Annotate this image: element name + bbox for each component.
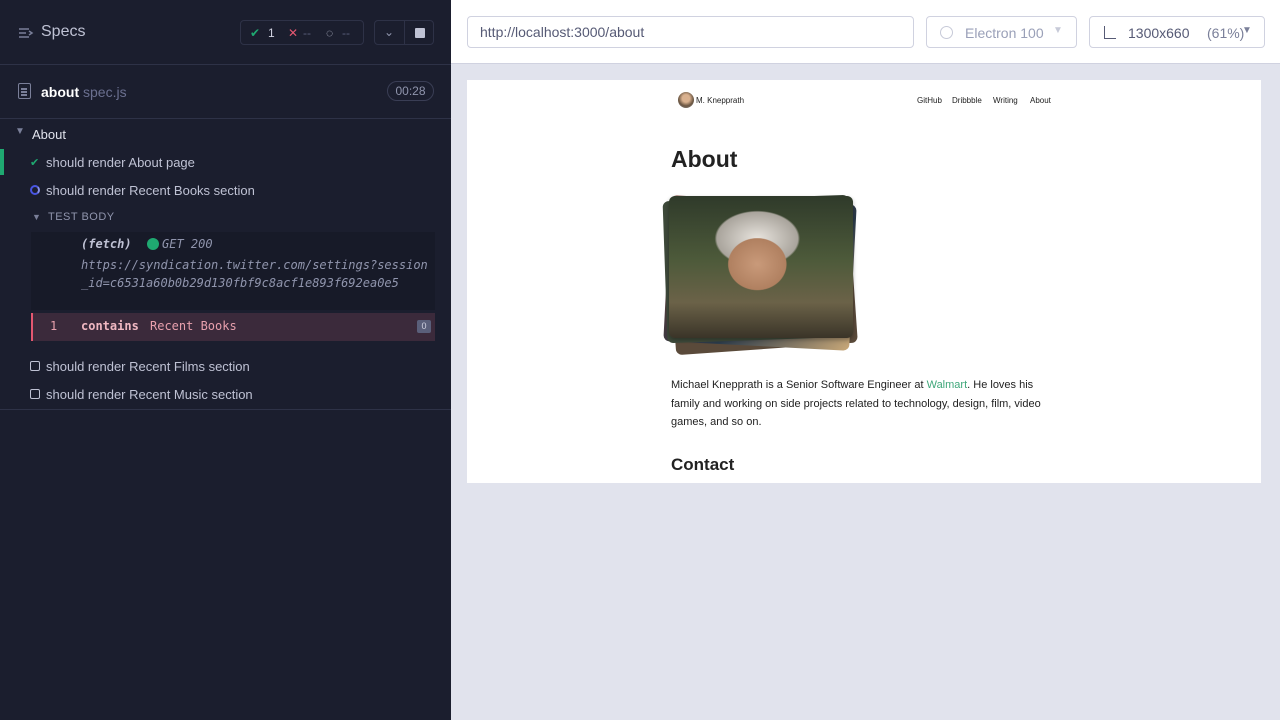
failed-x-icon: ✕	[288, 26, 299, 40]
chevron-down-icon: ▼	[1053, 25, 1063, 36]
command-arg: Recent Books	[150, 319, 237, 333]
chevron-down-icon[interactable]: ▼	[32, 212, 41, 222]
nav-link-dribbble[interactable]: Dribbble	[952, 96, 982, 105]
test-title: should render Recent Films section	[46, 359, 250, 374]
file-icon[interactable]	[18, 83, 31, 99]
url-bar[interactable]: http://localhost:3000/about	[467, 16, 914, 48]
run-controls: ⌄	[374, 20, 434, 45]
nav-link-github[interactable]: GitHub	[917, 96, 942, 105]
suite-header[interactable]: ▼ About	[0, 122, 451, 146]
electron-icon	[940, 26, 953, 39]
stats-bar: ✔ 1 ✕ -- ◌ --	[240, 20, 364, 45]
nav-link-writing[interactable]: Writing	[993, 96, 1018, 105]
collapse-chevron-icon[interactable]: ⌄	[384, 25, 394, 39]
divider	[0, 409, 451, 410]
fetch-log[interactable]: (fetch) GET 200 https://syndication.twit…	[31, 232, 435, 310]
photo-stack	[662, 194, 863, 359]
page-title: About	[671, 146, 738, 172]
test-row[interactable]: should render Recent Books section	[0, 177, 451, 203]
spec-file-row: about spec.js 00:28	[0, 66, 451, 119]
passed-check-icon: ✔	[250, 26, 261, 40]
pending-spinner-icon: ◌	[326, 26, 334, 40]
pass-check-icon: ✔	[30, 157, 40, 169]
viewport-selector[interactable]: 1300x660 (61%) ▼	[1089, 16, 1265, 48]
passed-count: 1	[268, 26, 275, 40]
ruler-icon	[1104, 26, 1116, 39]
test-row[interactable]: ✔ should render About page	[0, 149, 451, 175]
command-row[interactable]: 1 contains Recent Books 0	[31, 313, 435, 341]
walmart-link[interactable]: Walmart	[927, 379, 968, 391]
nav-link-about[interactable]: About	[1030, 96, 1051, 105]
portrait-photo	[669, 196, 853, 338]
viewport-size: 1300x660	[1128, 25, 1190, 41]
command-badge: 0	[417, 320, 431, 333]
failed-count: --	[303, 26, 311, 40]
pending-box-icon	[30, 361, 40, 371]
specs-list-icon[interactable]	[18, 25, 34, 41]
viewport-scale: (61%)	[1207, 25, 1245, 41]
browser-selector[interactable]: Electron 100 ▼	[926, 16, 1077, 48]
command-number: 1	[50, 319, 58, 333]
chevron-down-icon: ▼	[1242, 25, 1252, 36]
specs-header: Specs ✔ 1 ✕ -- ◌ -- ⌄	[0, 0, 451, 65]
bio-paragraph: Michael Knepprath is a Senior Software E…	[671, 376, 1061, 432]
stop-icon[interactable]	[415, 28, 425, 38]
app-under-test-frame: M. Knepprath GitHub Dribbble Writing Abo…	[467, 80, 1261, 483]
test-row[interactable]: should render Recent Music section	[0, 381, 451, 407]
avatar[interactable]	[678, 92, 694, 108]
chevron-down-icon: ▼	[15, 126, 25, 137]
duration-badge: 00:28	[387, 81, 434, 101]
specs-title: Specs	[41, 23, 86, 40]
pass-indicator-bar	[0, 149, 4, 175]
fetch-status: GET 200	[162, 237, 213, 251]
contact-heading: Contact	[671, 455, 735, 474]
test-title: should render Recent Music section	[46, 387, 253, 402]
fetch-keyword: (fetch)	[81, 237, 132, 251]
suite-title: About	[32, 127, 66, 142]
status-dot-icon	[147, 238, 159, 250]
fetch-url: https://syndication.twitter.com/settings…	[81, 258, 428, 290]
spec-file-name: about	[41, 84, 80, 100]
control-divider	[404, 21, 405, 44]
test-row[interactable]: should render Recent Films section	[0, 353, 451, 379]
spec-file-ext: spec.js	[83, 84, 127, 100]
site-name[interactable]: M. Knepprath	[696, 96, 744, 105]
running-spinner-icon	[30, 185, 40, 195]
test-title: should render Recent Books section	[46, 183, 255, 198]
test-title: should render About page	[46, 155, 195, 170]
command-name: contains	[81, 319, 139, 333]
pending-count: --	[342, 26, 350, 40]
test-body-label: TEST BODY	[48, 211, 115, 223]
browser-name: Electron 100	[965, 25, 1044, 41]
pending-box-icon	[30, 389, 40, 399]
runner-toolbar: http://localhost:3000/about Electron 100…	[451, 0, 1280, 64]
bio-text: Michael Knepprath is a Senior Software E…	[671, 379, 927, 391]
reporter-panel: Specs ✔ 1 ✕ -- ◌ -- ⌄ about spec.js 00:2…	[0, 0, 451, 720]
